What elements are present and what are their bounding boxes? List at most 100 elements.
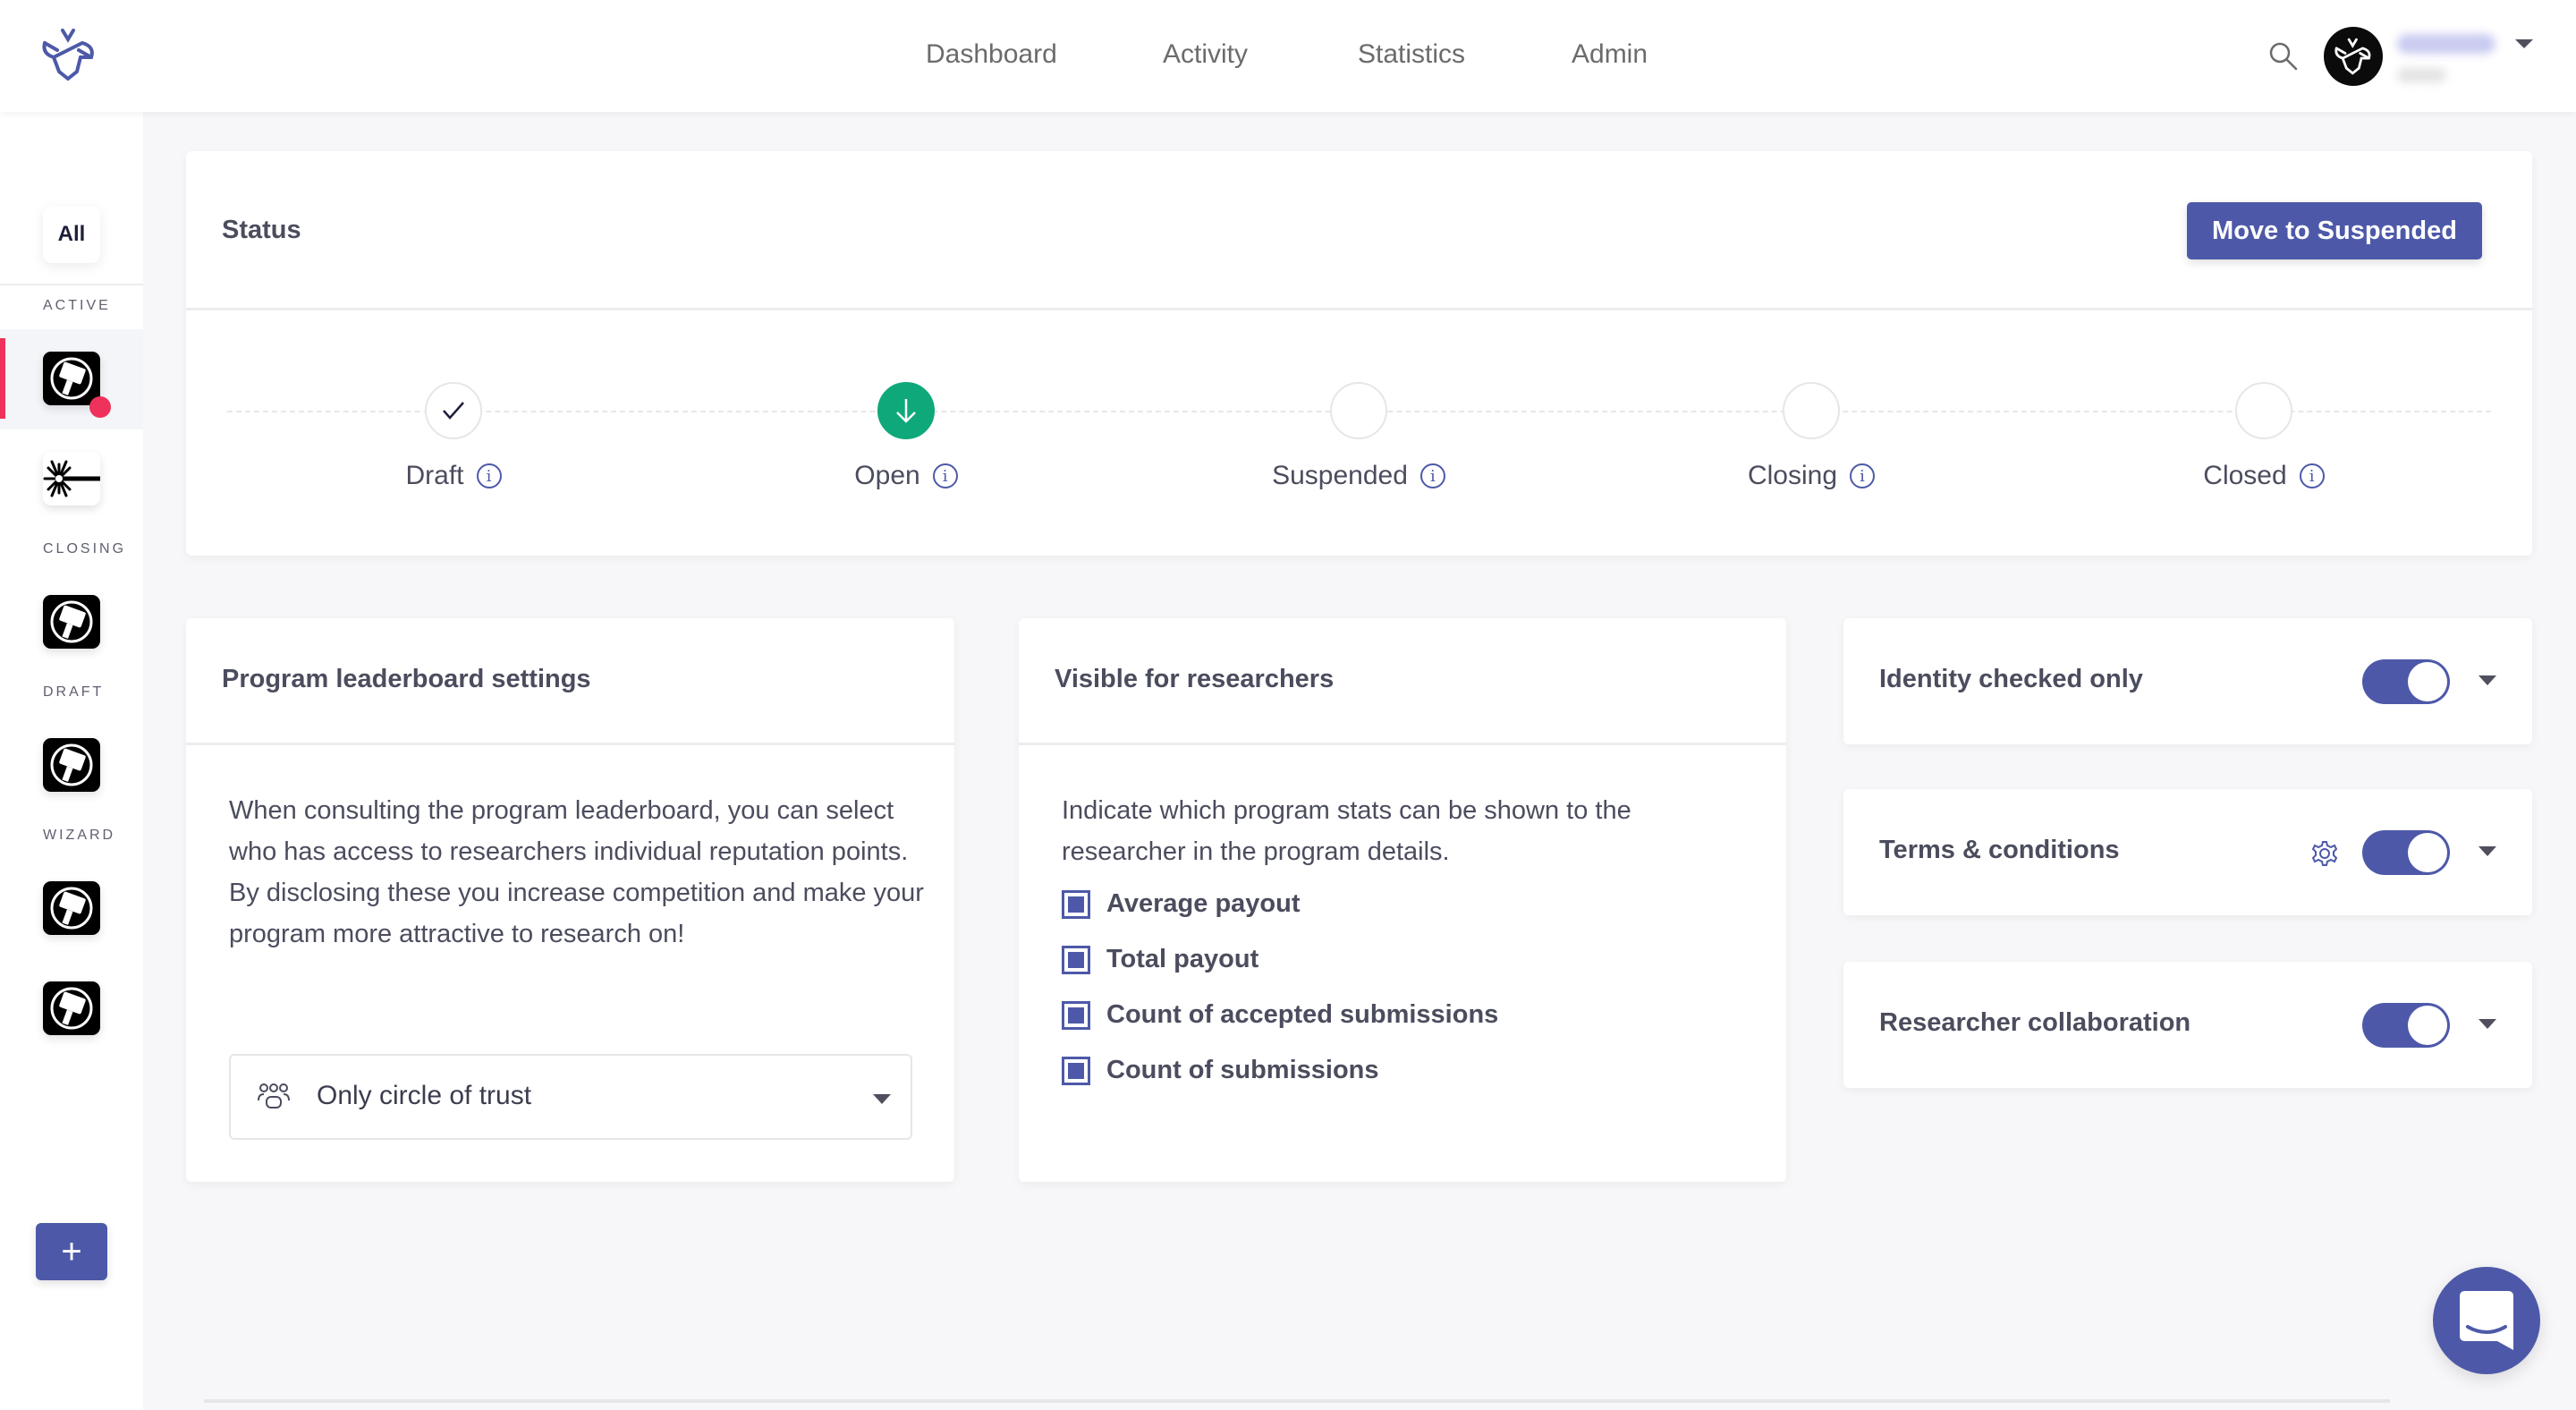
card-divider — [1019, 743, 1786, 745]
hammer-icon — [50, 987, 93, 1030]
checkbox-checked[interactable] — [1062, 945, 1090, 974]
info-icon[interactable]: i — [2299, 463, 2325, 488]
group-label-active: ACTIVE — [43, 298, 111, 313]
step-circle-pending — [2235, 382, 2292, 439]
main-nav: Dashboard Activity Statistics Admin — [0, 0, 2576, 112]
visibility-title: Visible for researchers — [1055, 665, 1335, 693]
step-circle-current — [877, 382, 935, 439]
nav-statistics[interactable]: Statistics — [1358, 39, 1465, 70]
info-icon[interactable]: i — [1419, 463, 1445, 488]
active-indicator-bar — [0, 338, 5, 419]
expand-caret-icon[interactable] — [2479, 1019, 2496, 1029]
leaderboard-title: Program leaderboard settings — [222, 665, 591, 693]
top-navigation-bar: Dashboard Activity Statistics Admin — [0, 0, 2576, 112]
nav-dashboard[interactable]: Dashboard — [926, 39, 1057, 70]
checkbox-submissions[interactable]: Count of submissions — [1062, 1056, 1379, 1085]
identity-checked-toggle[interactable] — [2362, 659, 2450, 704]
checkbox-label: Count of submissions — [1106, 1056, 1379, 1084]
user-avatar[interactable] — [2324, 27, 2383, 86]
chevron-down-icon — [873, 1094, 891, 1104]
group-label-wizard: WIZARD — [43, 828, 116, 843]
all-programs-button[interactable]: All — [43, 206, 100, 263]
checkbox-accepted-submissions[interactable]: Count of accepted submissions — [1062, 1000, 1498, 1030]
leaderboard-access-select[interactable]: Only circle of trust — [229, 1054, 912, 1140]
nav-admin[interactable]: Admin — [1572, 39, 1648, 70]
toggle-label: Terms & conditions — [1879, 836, 2120, 864]
step-label: Closed — [2203, 461, 2287, 490]
step-label: Suspended — [1272, 461, 1408, 490]
visibility-description: Indicate which program stats can be show… — [1062, 796, 1631, 866]
sidebar-program-draft[interactable] — [43, 738, 100, 792]
researcher-collaboration-toggle[interactable] — [2362, 1003, 2450, 1048]
step-label: Closing — [1747, 461, 1838, 490]
toggle-label: Researcher collaboration — [1879, 1008, 2191, 1037]
check-icon — [443, 402, 464, 420]
program-sidebar: All ACTIVE CLOSING DRAFT WIZARD — [0, 112, 143, 1410]
toggle-label: Identity checked only — [1879, 665, 2143, 693]
checkbox-checked[interactable] — [1062, 1056, 1090, 1085]
checkbox-checked[interactable] — [1062, 889, 1090, 919]
hammer-icon — [50, 600, 93, 643]
move-to-suspended-button[interactable]: Move to Suspended — [2187, 202, 2482, 259]
step-label: Draft — [405, 461, 464, 490]
expand-caret-icon[interactable] — [2479, 846, 2496, 856]
notification-dot — [89, 396, 111, 418]
identity-checked-card: Identity checked only — [1843, 618, 2532, 744]
hammer-icon — [50, 357, 93, 400]
visible-for-researchers-card: Visible for researchers Indicate which p… — [1019, 618, 1786, 1182]
checkbox-label: Count of accepted submissions — [1106, 1000, 1499, 1029]
info-icon[interactable]: i — [932, 463, 958, 488]
status-step-closing[interactable]: Closing i — [1677, 382, 1945, 491]
sidebar-program-wizard-2[interactable] — [43, 981, 100, 1035]
select-value: Only circle of trust — [317, 1081, 532, 1110]
checkbox-label: Total payout — [1106, 945, 1259, 973]
sidebar-program-closing[interactable] — [43, 595, 100, 649]
expand-caret-icon[interactable] — [2479, 675, 2496, 685]
chat-bubble-icon — [2460, 1291, 2513, 1350]
chat-support-button[interactable] — [2433, 1267, 2540, 1374]
hammer-icon — [50, 887, 93, 930]
card-divider — [186, 308, 2532, 310]
step-circle-pending — [1783, 382, 1840, 439]
checkbox-checked[interactable] — [1062, 1000, 1090, 1030]
hammer-icon — [50, 743, 93, 786]
laser-icon — [43, 460, 100, 497]
bee-avatar-icon — [2334, 38, 2371, 75]
info-icon[interactable]: i — [476, 463, 502, 488]
step-circle-done — [425, 382, 482, 439]
step-label: Open — [854, 461, 920, 490]
group-label-closing: CLOSING — [43, 541, 127, 556]
nav-activity[interactable]: Activity — [1163, 39, 1248, 70]
researcher-collaboration-card: Researcher collaboration — [1843, 962, 2532, 1088]
terms-conditions-toggle[interactable] — [2362, 830, 2450, 875]
footer-divider — [204, 1399, 2390, 1403]
checkbox-label: Average payout — [1106, 889, 1301, 918]
sidebar-program-laser[interactable] — [43, 452, 100, 505]
status-card: Status Move to Suspended Draft i Open i … — [186, 151, 2532, 556]
status-step-draft[interactable]: Draft i — [319, 382, 588, 491]
card-divider — [186, 743, 954, 745]
leaderboard-settings-card: Program leaderboard settings When consul… — [186, 618, 954, 1182]
terms-conditions-card: Terms & conditions — [1843, 789, 2532, 915]
status-step-suspended[interactable]: Suspended i — [1224, 382, 1493, 491]
status-title: Status — [222, 216, 301, 244]
leaderboard-description: When consulting the program leaderboard,… — [229, 796, 924, 948]
status-step-open[interactable]: Open i — [772, 382, 1040, 491]
sidebar-program-wizard-1[interactable] — [43, 881, 100, 935]
checkbox-total-payout[interactable]: Total payout — [1062, 945, 1258, 974]
search-icon[interactable] — [2268, 41, 2299, 72]
info-icon[interactable]: i — [1850, 463, 1876, 488]
user-name-blurred — [2397, 34, 2496, 54]
user-menu-caret-icon[interactable] — [2515, 39, 2533, 48]
gear-icon[interactable] — [2310, 839, 2339, 868]
arrow-down-icon — [896, 399, 916, 423]
checkbox-average-payout[interactable]: Average payout — [1062, 889, 1301, 919]
users-group-icon — [258, 1083, 290, 1108]
add-program-button[interactable]: + — [36, 1223, 107, 1280]
sidebar-divider — [0, 284, 143, 285]
user-role-blurred — [2397, 68, 2446, 82]
sidebar-program-active[interactable] — [43, 352, 100, 405]
status-step-closed[interactable]: Closed i — [2130, 382, 2398, 491]
group-label-draft: DRAFT — [43, 684, 105, 700]
step-circle-pending — [1330, 382, 1387, 439]
